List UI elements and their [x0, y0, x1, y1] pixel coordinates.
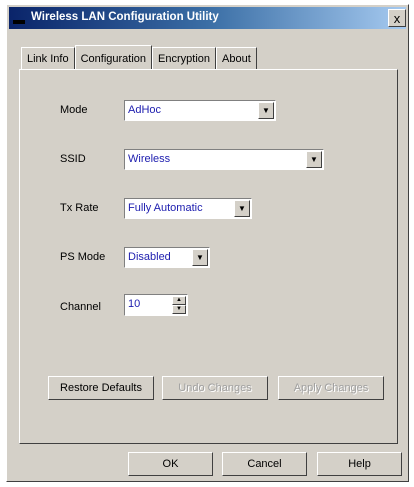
- tab-configuration[interactable]: Configuration: [74, 45, 153, 69]
- apply-changes-button[interactable]: Apply Changes: [278, 376, 384, 400]
- spin-down-icon[interactable]: ▼: [172, 305, 186, 314]
- config-dialog: Wireless LAN Configuration Utility x Lin…: [6, 4, 409, 482]
- tx-rate-label: Tx Rate: [60, 202, 99, 214]
- cancel-button[interactable]: Cancel: [222, 452, 307, 476]
- help-button[interactable]: Help: [317, 452, 402, 476]
- tab-about[interactable]: About: [216, 47, 257, 69]
- channel-value: 10: [128, 298, 141, 310]
- window-title: Wireless LAN Configuration Utility: [31, 11, 219, 23]
- ssid-label: SSID: [60, 153, 86, 165]
- app-icon: [13, 20, 25, 24]
- close-button[interactable]: x: [388, 9, 406, 27]
- mode-select[interactable]: AdHoc ▼: [124, 100, 276, 121]
- ps-mode-select[interactable]: Disabled ▼: [124, 247, 210, 268]
- ps-mode-value: Disabled: [128, 251, 171, 263]
- ssid-select[interactable]: Wireless ▼: [124, 149, 324, 170]
- tx-rate-value: Fully Automatic: [128, 202, 203, 214]
- restore-defaults-button[interactable]: Restore Defaults: [48, 376, 154, 400]
- tab-encryption[interactable]: Encryption: [152, 47, 217, 69]
- undo-changes-button[interactable]: Undo Changes: [162, 376, 268, 400]
- spin-up-icon[interactable]: ▲: [172, 296, 186, 305]
- ps-mode-label: PS Mode: [60, 251, 106, 263]
- dropdown-arrow-icon[interactable]: ▼: [192, 249, 208, 266]
- tx-rate-select[interactable]: Fully Automatic ▼: [124, 198, 252, 219]
- mode-label: Mode: [60, 104, 88, 116]
- mode-value: AdHoc: [128, 104, 162, 116]
- ssid-value: Wireless: [128, 153, 171, 165]
- dropdown-arrow-icon[interactable]: ▼: [234, 200, 250, 217]
- dropdown-arrow-icon[interactable]: ▼: [258, 102, 274, 119]
- configuration-panel: Mode AdHoc ▼ SSID Wireless ▼ Tx Rate Ful…: [19, 69, 398, 444]
- tab-bar: Link Info Configuration Encryption About: [21, 45, 257, 71]
- title-bar[interactable]: Wireless LAN Configuration Utility x: [9, 7, 406, 29]
- dropdown-arrow-icon[interactable]: ▼: [306, 151, 322, 168]
- channel-label: Channel: [60, 301, 101, 313]
- ok-button[interactable]: OK: [128, 452, 213, 476]
- channel-spinner[interactable]: 10 ▲ ▼: [124, 294, 188, 316]
- tab-link-info[interactable]: Link Info: [21, 47, 75, 69]
